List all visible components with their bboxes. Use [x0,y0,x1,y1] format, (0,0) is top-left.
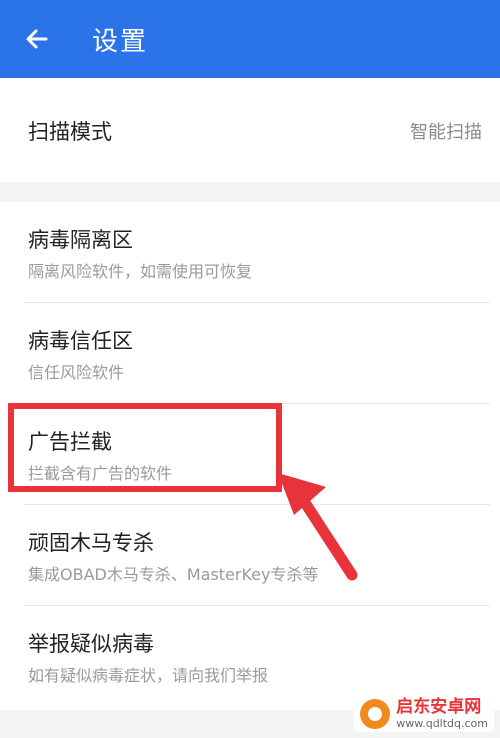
watermark-text: 启东安卓网 www.qdltdq.com [396,697,488,730]
back-button[interactable] [16,18,58,60]
report-virus-item[interactable]: 举报疑似病毒 如有疑似病毒症状，请向我们举报 [0,606,500,707]
item-title: 举报疑似病毒 [28,632,154,656]
trojan-killer-item[interactable]: 顽固木马专杀 集成OBAD木马专杀、MasterKey专杀等 [0,505,500,606]
quarantine-item[interactable]: 病毒隔离区 隔离风险软件，如需使用可恢复 [0,202,500,303]
back-arrow-icon [26,29,48,49]
scan-mode-value: 智能扫描 [410,122,482,143]
item-subtitle: 信任风险软件 [28,363,125,382]
watermark-url: www.qdltdq.com [396,717,488,730]
item-title: 广告拦截 [28,430,112,454]
scan-section: 扫描模式 智能扫描 [0,78,500,182]
ad-block-item[interactable]: 广告拦截 拦截含有广告的软件 [0,404,500,505]
watermark-logo-icon [360,698,391,729]
scan-mode-row[interactable]: 扫描模式 智能扫描 [0,78,500,182]
item-subtitle: 拦截含有广告的软件 [28,464,173,483]
item-subtitle: 如有疑似病毒症状，请向我们举报 [28,666,269,685]
item-title: 病毒信任区 [28,329,133,353]
scan-mode-label: 扫描模式 [28,120,112,144]
settings-list: 病毒隔离区 隔离风险软件，如需使用可恢复 病毒信任区 信任风险软件 广告拦截 拦… [0,202,500,710]
item-title: 顽固木马专杀 [28,531,154,555]
trust-zone-item[interactable]: 病毒信任区 信任风险软件 [0,303,500,404]
item-subtitle: 隔离风险软件，如需使用可恢复 [28,262,253,281]
item-subtitle: 集成OBAD木马专杀、MasterKey专杀等 [28,565,319,584]
watermark-name: 启东安卓网 [396,697,482,717]
item-title: 病毒隔离区 [28,228,133,252]
page-title: 设置 [92,26,149,57]
watermark: 启东安卓网 www.qdltdq.com [354,695,494,732]
app-bar: 设置 [0,0,500,78]
